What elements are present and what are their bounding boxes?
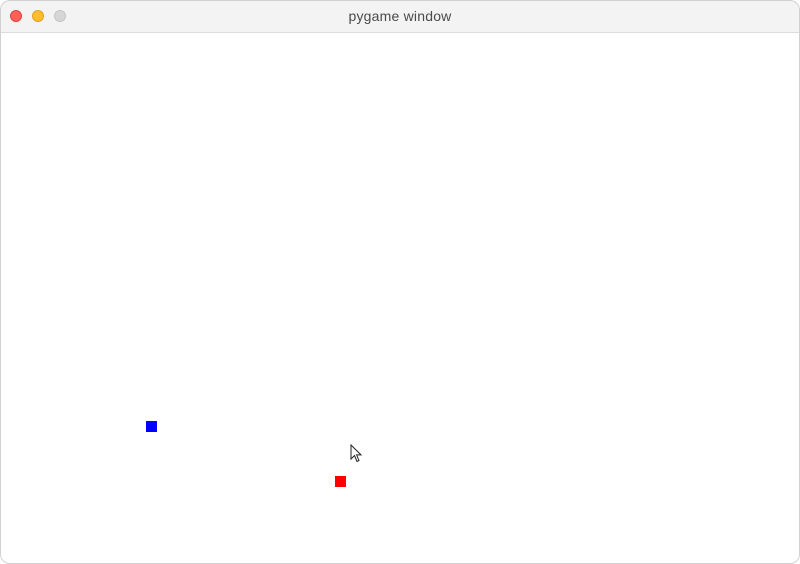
red-square [335,476,346,487]
pygame-window: pygame window [0,0,800,564]
game-canvas[interactable] [1,33,799,563]
window-title: pygame window [348,8,452,24]
arrow-pointer-icon [350,444,362,463]
blue-square [146,421,157,432]
title-bar[interactable]: pygame window [1,1,799,33]
